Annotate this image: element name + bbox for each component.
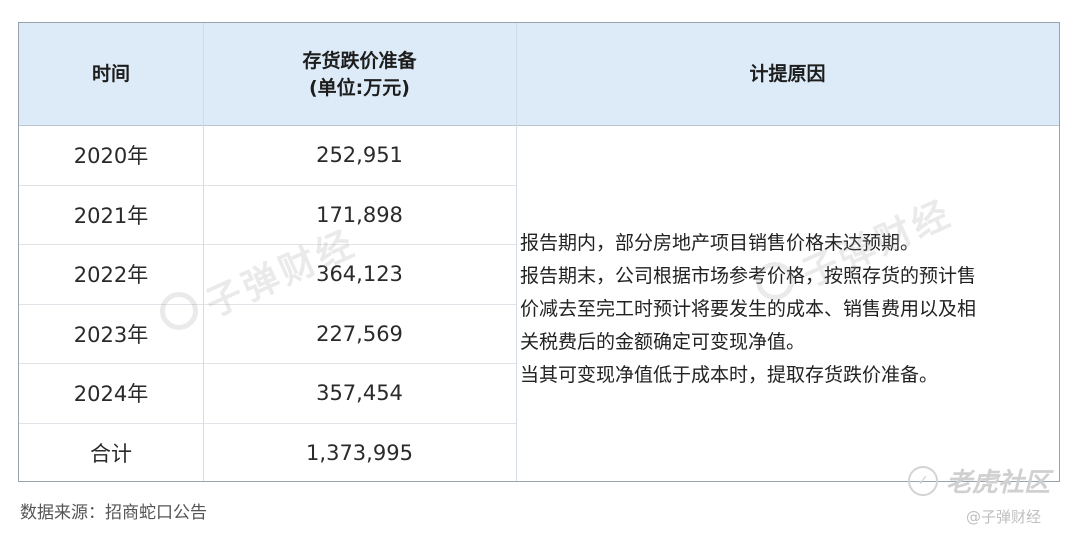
table-row: 2020年 252,951	[19, 126, 516, 186]
column-divider	[516, 23, 517, 481]
table-row: 2022年 364,123	[19, 245, 516, 305]
value-cell: 227,569	[316, 321, 403, 346]
reason-line: 价减去至完工时预计将要发生的成本、销售费用以及相	[520, 298, 977, 320]
reason-cell: 报告期内，部分房地产项目销售价格未达预期。 报告期末，公司根据市场参考价格，按照…	[520, 126, 1060, 481]
tiger-community-brand: ✓ 老虎社区	[908, 462, 1050, 499]
reason-line: 当其可变现净值低于成本时，提取存货跌价准备。	[520, 364, 939, 386]
data-source: 数据来源：招商蛇口公告	[20, 503, 207, 523]
total-label-cell: 合计	[90, 442, 132, 467]
year-cell: 2024年	[73, 382, 149, 407]
reason-line: 关税费后的金额确定可变现净值。	[520, 331, 806, 353]
value-cell: 357,454	[316, 381, 403, 406]
value-cell: 364,123	[316, 262, 403, 287]
header-impairment: 存货跌价准备 (单位:万元)	[302, 49, 417, 99]
year-cell: 2021年	[73, 203, 149, 228]
total-value-cell: 1,373,995	[306, 441, 413, 466]
watermark-logo-icon	[756, 262, 794, 300]
watermark-logo-icon	[160, 292, 198, 330]
reason-line: 报告期末，公司根据市场参考价格，按照存货的预计售	[520, 265, 977, 287]
table-header: 时间 存货跌价准备 (单位:万元) 计提原因	[19, 23, 1059, 126]
value-cell: 252,951	[316, 143, 403, 168]
year-cell: 2020年	[73, 144, 149, 169]
tiger-brand-text: 老虎社区	[946, 468, 1051, 498]
table-row: 2023年 227,569	[19, 305, 516, 364]
value-cell: 171,898	[316, 202, 403, 227]
table-row: 2024年 357,454	[19, 364, 516, 424]
table-row-total: 合计 1,373,995	[19, 424, 516, 484]
header-reason: 计提原因	[749, 63, 826, 85]
table-row: 2021年 171,898	[19, 186, 516, 245]
header-time: 时间	[91, 63, 130, 85]
inventory-impairment-table: 时间 存货跌价准备 (单位:万元) 计提原因 2020年 252,951 202…	[18, 22, 1060, 482]
tiger-logo-icon: ✓	[908, 465, 938, 496]
author-credit: @子弹财经	[966, 508, 1042, 526]
reason-line: 报告期内，部分房地产项目销售价格未达预期。	[520, 232, 920, 254]
